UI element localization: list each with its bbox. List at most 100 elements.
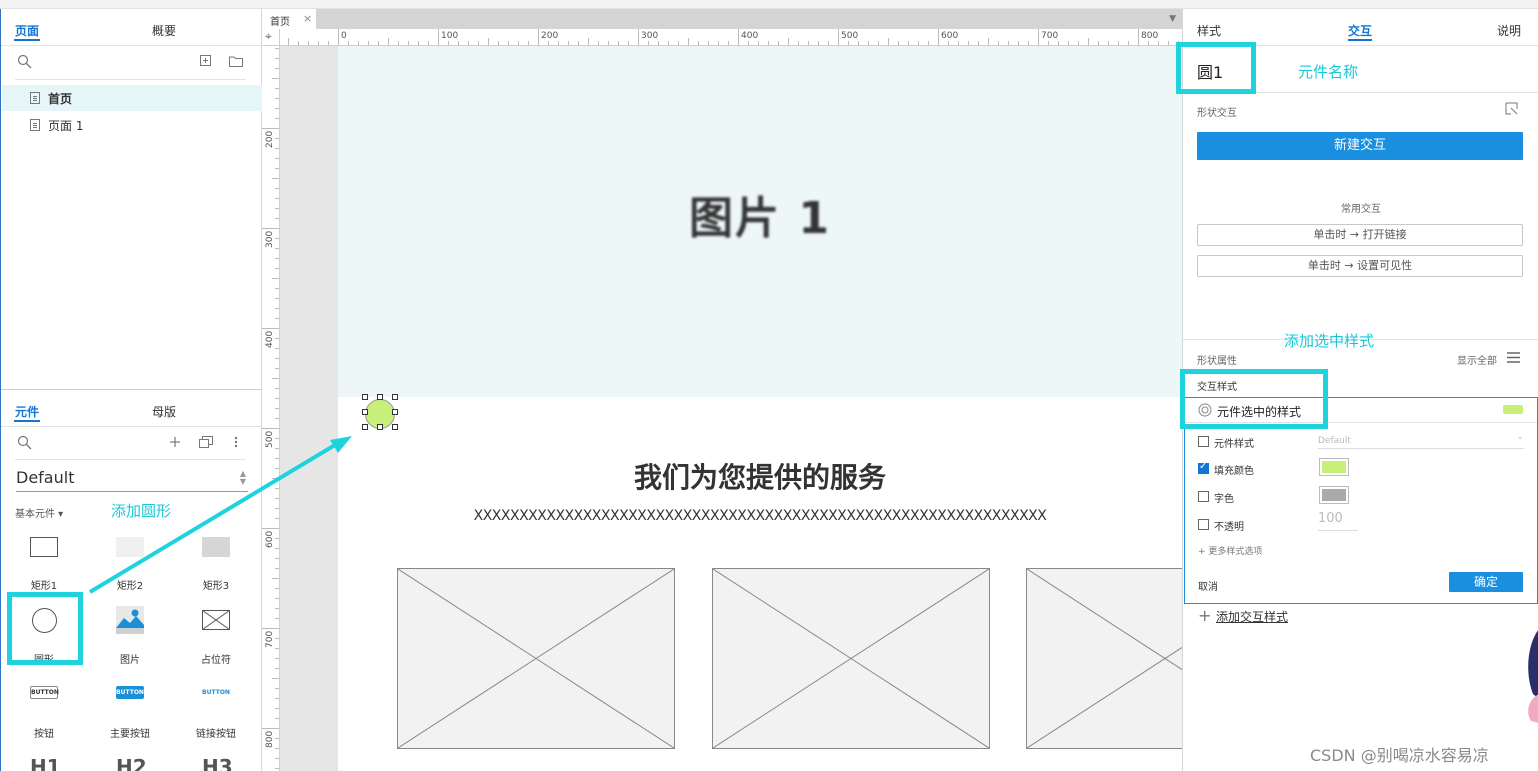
widget-placeholder[interactable]: 占位符 bbox=[174, 605, 258, 675]
tab-outline[interactable]: 概要 bbox=[152, 22, 176, 39]
library-copy-icon[interactable] bbox=[199, 436, 213, 448]
widget-rectangle3[interactable]: 矩形3 bbox=[174, 531, 258, 601]
widget-image[interactable]: 图片 bbox=[88, 605, 172, 675]
watermark-text: CSDN @别喝凉水容易凉 bbox=[1310, 746, 1489, 765]
widget-h2[interactable]: H2 bbox=[116, 755, 147, 771]
widget-label: 按钮 bbox=[34, 729, 54, 740]
ruler-tick bbox=[588, 38, 589, 45]
tab-dropdown-icon[interactable]: ▼ bbox=[1169, 14, 1176, 24]
confirm-button[interactable]: 确定 bbox=[1449, 572, 1523, 592]
widget-style-select[interactable]: Default ⌄ bbox=[1318, 432, 1524, 449]
ruler-tick bbox=[458, 41, 459, 45]
widget-h1[interactable]: H1 bbox=[30, 755, 61, 771]
rectangle-gray-icon bbox=[116, 537, 144, 557]
placeholder-box-3[interactable] bbox=[1026, 568, 1182, 749]
widget-label: 矩形1 bbox=[30, 581, 58, 592]
ruler-tick bbox=[275, 558, 279, 559]
checkbox-font-color[interactable] bbox=[1198, 491, 1209, 502]
expand-icon[interactable] bbox=[1505, 102, 1519, 116]
ruler-tick bbox=[275, 98, 279, 99]
checkbox-opacity[interactable] bbox=[1198, 519, 1209, 530]
onclick-open-link-button[interactable]: 单击时 → 打开链接 bbox=[1197, 224, 1523, 246]
tab-widgets[interactable]: 元件 bbox=[15, 403, 39, 420]
opacity-input[interactable]: 100 bbox=[1318, 511, 1358, 531]
ruler-tick bbox=[388, 38, 389, 45]
top-toolbar-strip bbox=[0, 0, 1538, 9]
ruler-tick bbox=[708, 41, 709, 45]
checkbox-widget-style[interactable] bbox=[1198, 436, 1209, 447]
document-tab-home[interactable]: 首页 × bbox=[262, 9, 317, 29]
add-page-icon[interactable] bbox=[200, 55, 212, 67]
tab-pages[interactable]: 页面 bbox=[15, 22, 39, 39]
ruler-tick bbox=[275, 488, 279, 489]
ruler-tick bbox=[275, 588, 279, 589]
page-item-home[interactable]: 首页 bbox=[2, 85, 262, 111]
ruler-label: 800 bbox=[1141, 31, 1159, 41]
ruler-tick bbox=[418, 41, 419, 45]
ruler-label: 200 bbox=[541, 31, 559, 41]
ruler-tick bbox=[275, 268, 279, 269]
widget-button[interactable]: BUTTON 按钮 bbox=[2, 679, 86, 749]
tab-notes[interactable]: 说明 bbox=[1497, 22, 1521, 39]
show-all-link[interactable]: 显示全部 bbox=[1457, 352, 1497, 367]
page-item-page1[interactable]: 页面 1 bbox=[2, 112, 262, 138]
placeholder-box-1[interactable] bbox=[397, 568, 675, 749]
ruler-tick bbox=[272, 678, 279, 679]
font-color-swatch[interactable] bbox=[1319, 486, 1349, 504]
widget-primary-button[interactable]: BUTTON 主要按钮 bbox=[88, 679, 172, 749]
ruler-label: 400 bbox=[265, 330, 275, 348]
tab-masters[interactable]: 母版 bbox=[152, 403, 176, 420]
widget-rectangle1[interactable]: 矩形1 bbox=[2, 531, 86, 601]
ruler-tick bbox=[888, 38, 889, 45]
ruler-tick bbox=[898, 41, 899, 45]
ruler-tick bbox=[818, 41, 819, 45]
divider bbox=[1, 45, 262, 46]
ruler-tick bbox=[848, 41, 849, 45]
widget-h3[interactable]: H3 bbox=[202, 755, 233, 771]
widget-rectangle2[interactable]: 矩形2 bbox=[88, 531, 172, 601]
widget-link-button[interactable]: BUTTON 链接按钮 bbox=[174, 679, 258, 749]
add-library-icon[interactable] bbox=[169, 436, 181, 448]
checkbox-fill-color[interactable] bbox=[1198, 461, 1209, 474]
widget-label: 图片 bbox=[120, 655, 140, 666]
ruler-tick bbox=[598, 41, 599, 45]
menu-icon[interactable] bbox=[1507, 352, 1520, 363]
search-icon[interactable] bbox=[17, 435, 33, 451]
add-interaction-style-link[interactable]: 添加交互样式 bbox=[1216, 608, 1288, 625]
tab-style[interactable]: 样式 bbox=[1197, 22, 1221, 39]
document-tab-strip: ▼ bbox=[317, 9, 1182, 29]
page-canvas[interactable]: 图片 1 我们为您提供的服务 XXXXXXXXXXXXXXXXXXXXXXXXX… bbox=[338, 46, 1182, 771]
selected-style-highlight bbox=[1180, 369, 1328, 429]
services-subtitle[interactable]: XXXXXXXXXXXXXXXXXXXXXXXXXXXXXXXXXXXXXXXX… bbox=[338, 508, 1182, 524]
opacity-label: 不透明 bbox=[1214, 522, 1244, 533]
divider bbox=[1, 426, 262, 427]
ruler-tick bbox=[275, 88, 279, 89]
cancel-button[interactable]: 取消 bbox=[1198, 578, 1218, 593]
ruler-tick bbox=[275, 498, 279, 499]
new-interaction-button[interactable]: 新建交互 bbox=[1197, 132, 1523, 160]
services-title[interactable]: 我们为您提供的服务 bbox=[338, 456, 1182, 496]
document-tab-label: 首页 bbox=[270, 17, 290, 28]
onclick-set-visibility-button[interactable]: 单击时 → 设置可见性 bbox=[1197, 255, 1523, 277]
fill-color-swatch[interactable] bbox=[1319, 458, 1349, 476]
tab-interaction[interactable]: 交互 bbox=[1348, 22, 1372, 39]
more-icon[interactable] bbox=[233, 436, 239, 448]
ruler-tick bbox=[328, 41, 329, 45]
ruler-tick bbox=[518, 41, 519, 45]
ruler-tick bbox=[275, 338, 279, 339]
placeholder-box-2[interactable] bbox=[712, 568, 990, 749]
crosshair-icon: ⌖ bbox=[265, 29, 272, 43]
ruler-tick bbox=[308, 41, 309, 45]
widget-category[interactable]: 基本元件 ▾ bbox=[15, 505, 63, 520]
ruler-tick bbox=[275, 198, 279, 199]
library-select[interactable]: Default ▲ ▼ bbox=[16, 468, 248, 492]
add-folder-icon[interactable] bbox=[229, 55, 243, 67]
close-icon[interactable]: × bbox=[303, 12, 312, 25]
search-icon[interactable] bbox=[17, 54, 33, 70]
hero-text: 图片 1 bbox=[689, 193, 831, 244]
more-style-options-link[interactable]: + 更多样式选项 bbox=[1198, 544, 1262, 557]
ruler-tick bbox=[948, 41, 949, 45]
ruler-tick bbox=[275, 618, 279, 619]
ruler-tick bbox=[1068, 41, 1069, 45]
ruler-tick bbox=[275, 638, 279, 639]
